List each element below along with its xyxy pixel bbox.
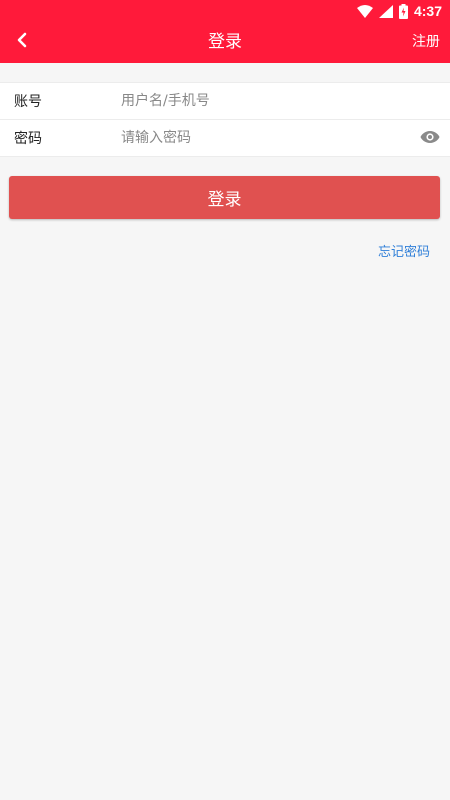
password-visibility-toggle[interactable] <box>420 129 440 147</box>
account-row: 账号 <box>0 83 450 119</box>
back-button[interactable] <box>8 28 36 56</box>
account-label: 账号 <box>14 94 42 110</box>
chevron-left-icon <box>16 32 28 52</box>
status-time: 4:37 <box>413 3 442 19</box>
password-input[interactable] <box>121 120 410 156</box>
battery-charging-icon <box>398 3 408 19</box>
app-bar: 登录 注册 <box>0 22 450 63</box>
login-screen: 4:37 登录 注册 账号 密码 <box>0 0 450 800</box>
status-icons: 4:37 <box>356 2 442 20</box>
wifi-icon <box>356 4 373 18</box>
page-title: 登录 <box>208 32 242 52</box>
login-form: 账号 密码 <box>0 82 450 157</box>
status-bar: 4:37 <box>0 0 450 22</box>
forgot-password-link[interactable]: 忘记密码 <box>378 241 430 260</box>
password-row: 密码 <box>0 119 450 156</box>
register-button[interactable]: 注册 <box>412 22 440 63</box>
login-button[interactable]: 登录 <box>9 176 440 219</box>
cell-signal-icon <box>378 4 393 18</box>
account-input[interactable] <box>121 83 410 119</box>
eye-icon <box>420 129 440 148</box>
password-label: 密码 <box>14 131 42 147</box>
header: 4:37 登录 注册 <box>0 0 450 63</box>
